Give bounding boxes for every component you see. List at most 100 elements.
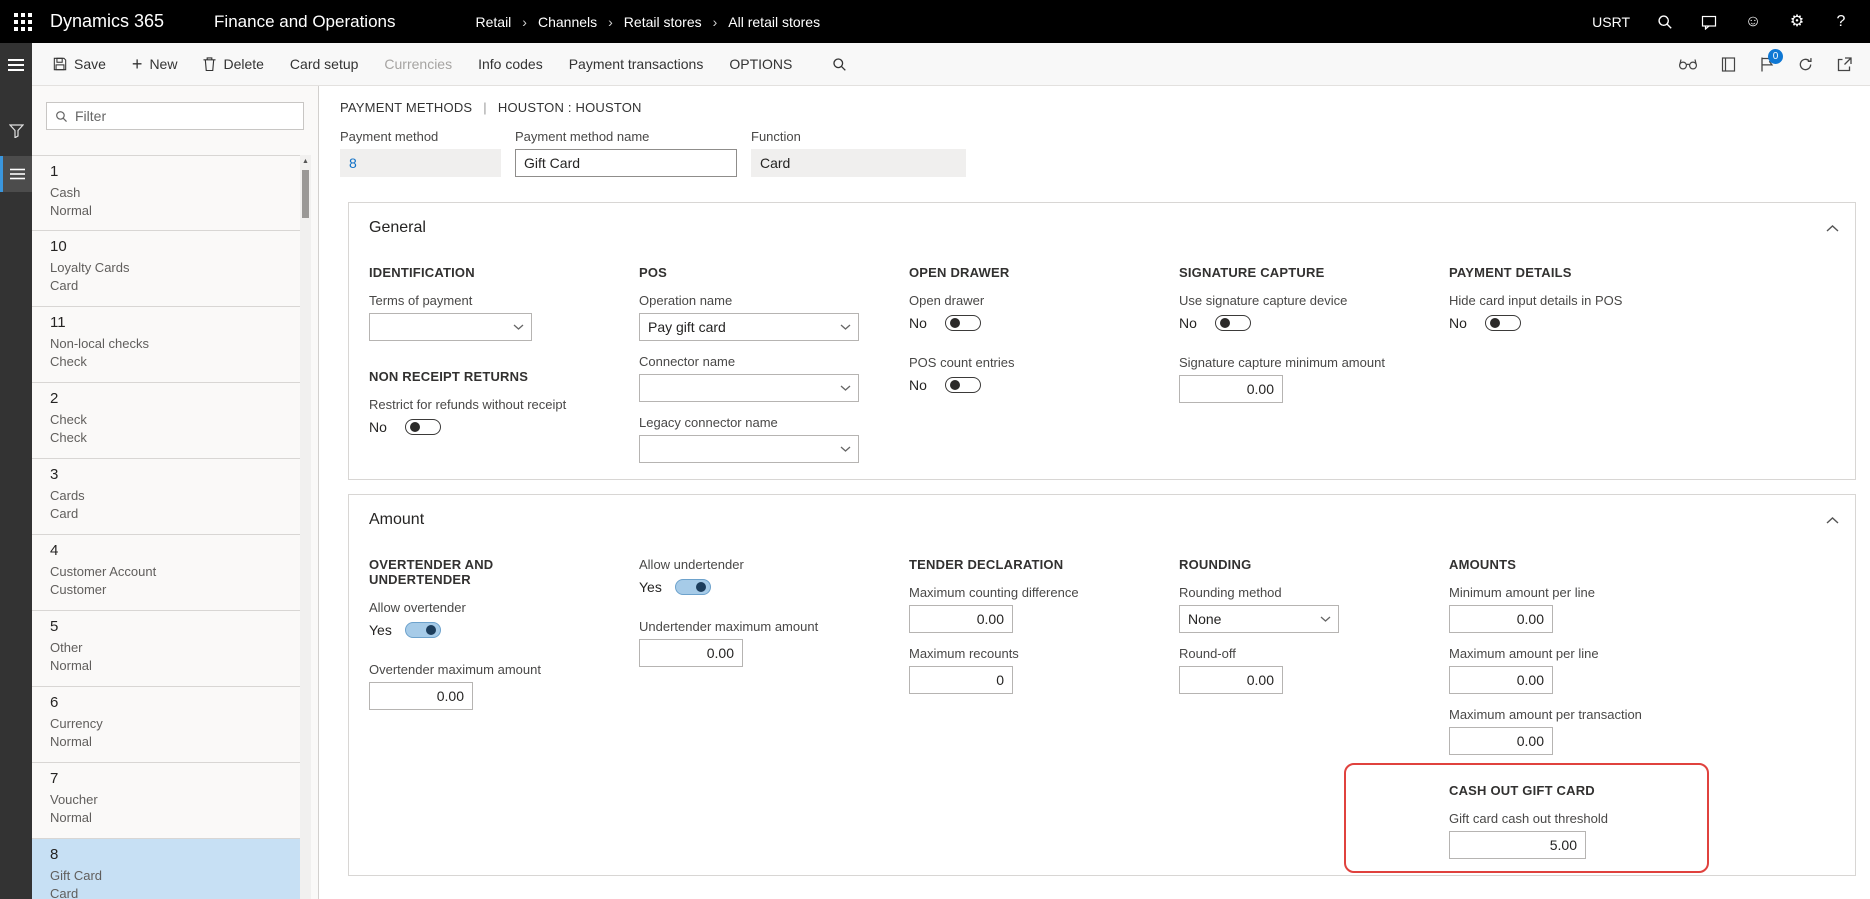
- chevron-down-icon: [832, 375, 858, 401]
- app-name[interactable]: Finance and Operations: [214, 12, 395, 32]
- use-signature-device-toggle[interactable]: [1215, 315, 1251, 331]
- smiley-feedback-icon[interactable]: ☺: [1744, 13, 1762, 31]
- gift-card-cash-out-threshold-input[interactable]: [1449, 831, 1586, 859]
- list-item-cards[interactable]: 3 Cards Card: [32, 459, 302, 535]
- book-icon[interactable]: [1721, 56, 1736, 72]
- list-item-voucher[interactable]: 7 Voucher Normal: [32, 763, 302, 839]
- list-item-customer-account[interactable]: 4 Customer Account Customer: [32, 535, 302, 611]
- list-item-other[interactable]: 5 Other Normal: [32, 611, 302, 687]
- amount-section-body: OVERTENDER AND UNDERTENDER Allow overten…: [349, 545, 1855, 875]
- max-counting-difference-input[interactable]: [909, 605, 1013, 633]
- operation-name-dropdown[interactable]: Pay gift card: [639, 313, 859, 341]
- list-item-check[interactable]: 2 Check Check: [32, 383, 302, 459]
- allow-undertender-toggle[interactable]: [675, 579, 711, 595]
- open-in-new-window-icon[interactable]: [1837, 56, 1852, 72]
- list-scrollbar[interactable]: ▲: [300, 155, 311, 899]
- general-section-header[interactable]: General: [349, 203, 1855, 253]
- message-flag-icon[interactable]: 0: [1760, 48, 1783, 72]
- payment-methods-list: 1 Cash Normal 10 Loyalty Cards Card 11 N…: [32, 155, 302, 899]
- allow-overtender-label: Allow overtender: [369, 600, 466, 615]
- refresh-icon[interactable]: [1798, 57, 1813, 72]
- app-launcher-button[interactable]: [0, 0, 46, 43]
- scroll-up-arrow-icon[interactable]: ▲: [300, 155, 311, 168]
- undertender-column: Allow undertender Yes Undertender maximu…: [639, 545, 859, 667]
- action-search-button[interactable]: [819, 43, 860, 85]
- delete-button[interactable]: Delete: [190, 43, 276, 85]
- new-button[interactable]: + New: [119, 43, 191, 85]
- rounding-method-label: Rounding method: [1179, 585, 1282, 600]
- legacy-connector-name-dropdown[interactable]: [639, 435, 859, 463]
- glasses-icon[interactable]: [1679, 58, 1697, 70]
- signature-capture-column: SIGNATURE CAPTURE Use signature capture …: [1179, 253, 1399, 403]
- rounding-column: ROUNDING Rounding method None Round-off: [1179, 545, 1399, 694]
- payment-method-function: Check: [50, 430, 87, 445]
- list-pane-rail-button[interactable]: [0, 156, 32, 192]
- payment-method-name-label: Payment method name: [515, 129, 650, 144]
- breadcrumb-all-retail-stores[interactable]: All retail stores: [728, 14, 820, 30]
- connector-name-dropdown[interactable]: [639, 374, 859, 402]
- pos-count-entries-label: POS count entries: [909, 355, 1015, 370]
- cash-out-gift-card-group-title: CASH OUT GIFT CARD: [1449, 783, 1595, 798]
- max-recounts-input[interactable]: [909, 666, 1013, 694]
- list-item-cash[interactable]: 1 Cash Normal: [32, 155, 302, 231]
- brand-dynamics-365[interactable]: Dynamics 365: [50, 11, 164, 32]
- card-setup-button[interactable]: Card setup: [277, 43, 371, 85]
- breadcrumb-channels[interactable]: Channels: [538, 14, 597, 30]
- top-navigation-bar: Dynamics 365 Finance and Operations Reta…: [0, 0, 1870, 43]
- scrollbar-thumb[interactable]: [302, 170, 309, 218]
- info-codes-button[interactable]: Info codes: [465, 43, 556, 85]
- payment-method-name-input[interactable]: [515, 149, 737, 177]
- general-section-title: General: [369, 219, 426, 236]
- hide-card-input-toggle[interactable]: [1485, 315, 1521, 331]
- signature-minimum-amount-input[interactable]: [1179, 375, 1283, 403]
- hamburger-menu-button[interactable]: [0, 43, 32, 86]
- list-filter-box[interactable]: [46, 102, 304, 130]
- breadcrumb-retail[interactable]: Retail: [476, 14, 512, 30]
- overtender-maximum-input[interactable]: [369, 682, 473, 710]
- list-item-non-local-checks[interactable]: 11 Non-local checks Check: [32, 307, 302, 383]
- search-icon[interactable]: [1656, 13, 1674, 31]
- cash-out-gift-card-group: CASH OUT GIFT CARD Gift card cash out th…: [1344, 763, 1709, 873]
- page-subtitle: HOUSTON : HOUSTON: [497, 100, 642, 115]
- options-menu-button[interactable]: OPTIONS: [716, 43, 805, 85]
- list-item-gift-card-selected[interactable]: 8 Gift Card Card: [32, 839, 302, 899]
- chevron-down-icon: [832, 314, 858, 340]
- min-amount-per-line-input[interactable]: [1449, 605, 1553, 633]
- overtender-column: OVERTENDER AND UNDERTENDER Allow overten…: [369, 545, 589, 710]
- rounding-method-dropdown[interactable]: None: [1179, 605, 1339, 633]
- funnel-icon: [8, 124, 24, 138]
- amounts-group-title: AMOUNTS: [1449, 557, 1517, 572]
- left-navigation-rail: [0, 43, 32, 899]
- feedback-message-icon[interactable]: [1700, 13, 1718, 31]
- payment-method-link[interactable]: 8: [349, 155, 357, 171]
- save-button[interactable]: Save: [40, 43, 119, 85]
- main-panel: PAYMENT METHODS | HOUSTON : HOUSTON Paym…: [319, 86, 1870, 899]
- pos-count-entries-toggle[interactable]: [945, 377, 981, 393]
- delete-label: Delete: [223, 56, 264, 72]
- open-drawer-toggle[interactable]: [945, 315, 981, 331]
- max-counting-difference-label: Maximum counting difference: [909, 585, 1079, 600]
- help-icon[interactable]: ?: [1832, 13, 1850, 31]
- max-amount-per-transaction-input[interactable]: [1449, 727, 1553, 755]
- max-amount-per-line-input[interactable]: [1449, 666, 1553, 694]
- allow-overtender-field: Allow overtender Yes: [369, 600, 589, 640]
- amount-section-header[interactable]: Amount: [349, 495, 1855, 545]
- chevron-up-icon[interactable]: [1826, 224, 1839, 232]
- payment-transactions-button[interactable]: Payment transactions: [556, 43, 717, 85]
- user-account-button[interactable]: USRT: [1592, 14, 1630, 30]
- list-item-loyalty-cards[interactable]: 10 Loyalty Cards Card: [32, 231, 302, 307]
- restrict-refunds-toggle[interactable]: [405, 419, 441, 435]
- chevron-up-icon[interactable]: [1826, 516, 1839, 524]
- allow-overtender-toggle[interactable]: [405, 622, 441, 638]
- round-off-input[interactable]: [1179, 666, 1283, 694]
- undertender-maximum-input[interactable]: [639, 639, 743, 667]
- filter-rail-button[interactable]: [0, 113, 32, 149]
- trash-icon: [203, 57, 216, 71]
- add-icon: +: [131, 54, 143, 74]
- breadcrumb-retail-stores[interactable]: Retail stores: [624, 14, 702, 30]
- tender-declaration-group-title: TENDER DECLARATION: [909, 557, 1064, 572]
- filter-input[interactable]: [75, 108, 295, 124]
- settings-gear-icon[interactable]: ⚙: [1788, 13, 1806, 31]
- terms-of-payment-dropdown[interactable]: [369, 313, 532, 341]
- list-item-currency[interactable]: 6 Currency Normal: [32, 687, 302, 763]
